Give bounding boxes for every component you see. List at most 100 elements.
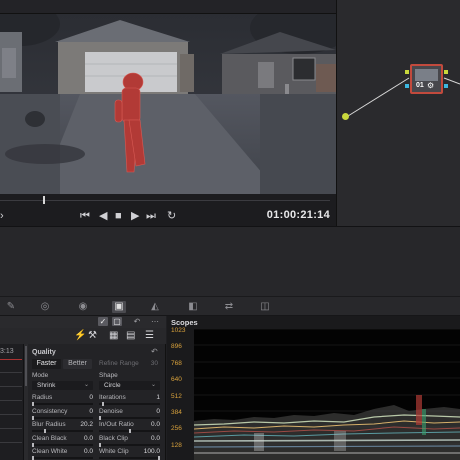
slider-handle[interactable] bbox=[32, 415, 34, 420]
param-left-value[interactable]: 0.0 bbox=[71, 435, 93, 442]
viewer-top-bar bbox=[0, 0, 336, 14]
slider-handle[interactable] bbox=[129, 429, 131, 433]
source-input-port[interactable] bbox=[342, 113, 349, 120]
tracker-icon[interactable]: ◉ bbox=[76, 301, 90, 313]
param-left-slider[interactable] bbox=[32, 402, 93, 406]
scopes-title: Scopes bbox=[171, 318, 198, 327]
eyedropper-icon[interactable]: ✎ bbox=[4, 301, 18, 313]
shape-select-value: Circle bbox=[104, 382, 121, 389]
first-frame-button[interactable]: ⏮ bbox=[80, 209, 90, 223]
matte-view-icon[interactable]: ▤ bbox=[126, 331, 135, 341]
node-graph[interactable]: 01 ⚙ bbox=[337, 0, 460, 226]
reset-icon[interactable]: ↶ bbox=[132, 317, 142, 326]
qualifier-icon[interactable]: ▣ bbox=[112, 301, 126, 313]
slider-handle[interactable] bbox=[44, 429, 46, 433]
corrector-node-01[interactable]: 01 ⚙ bbox=[410, 64, 443, 94]
palette-toolbar: ✎ ◎ ◉ ▣ ◭ ◧ ⇄ ◫ bbox=[0, 296, 460, 316]
node-key-input-port[interactable] bbox=[405, 84, 409, 88]
picker-minus-icon[interactable]: ⚒ bbox=[88, 331, 97, 341]
param-right-slider[interactable] bbox=[99, 442, 160, 447]
param-right-slider[interactable] bbox=[99, 456, 160, 460]
mode-select-value: Shrink bbox=[37, 382, 56, 389]
param-right-value[interactable]: 1 bbox=[138, 394, 160, 401]
slider-handle[interactable] bbox=[32, 456, 34, 460]
sizing-icon[interactable]: ⇄ bbox=[222, 301, 236, 313]
param-right-slider[interactable] bbox=[99, 415, 160, 420]
param-right-label: In/Out Ratio bbox=[99, 421, 134, 428]
side-timecode: 3:13 bbox=[0, 348, 14, 355]
picker-icon[interactable]: ⚡ bbox=[74, 331, 86, 341]
param-left-value[interactable]: 0 bbox=[71, 394, 93, 401]
node-key-output-port[interactable] bbox=[444, 84, 448, 88]
param-left-label: Clean Black bbox=[32, 434, 67, 442]
param-right-slider[interactable] bbox=[99, 402, 160, 406]
left-side-list: 3:13 bbox=[0, 344, 24, 460]
param-left-value[interactable]: 0.0 bbox=[71, 448, 93, 455]
reverse-button[interactable]: ◀ bbox=[99, 209, 107, 223]
param-left-slider[interactable] bbox=[32, 456, 93, 460]
invert-icon[interactable]: ▦ bbox=[109, 331, 118, 341]
param-right-value[interactable]: 0.0 bbox=[138, 435, 160, 442]
param-left-slider[interactable] bbox=[32, 415, 93, 420]
shape-select[interactable]: Circle ⌄ bbox=[99, 381, 160, 390]
node-label: 01 bbox=[416, 82, 424, 89]
param-right-label: White Clip bbox=[99, 448, 129, 455]
video-frame[interactable] bbox=[0, 14, 336, 194]
more-options-icon[interactable]: ⋯ bbox=[150, 317, 160, 326]
waveform-display[interactable] bbox=[194, 329, 460, 460]
chevron-down-icon: ⌄ bbox=[83, 382, 89, 388]
param-right-value[interactable]: 100.0 bbox=[138, 448, 160, 455]
viewer-panel: › ⏮ ◀ ■ ▶ ⏭ ↻ 01:00:21:14 bbox=[0, 0, 336, 226]
param-left-value[interactable]: 0 bbox=[71, 408, 93, 415]
timeline-scrubber[interactable] bbox=[0, 194, 336, 206]
param-left-value[interactable]: 20.2 bbox=[71, 421, 93, 428]
play-button[interactable]: ▶ bbox=[131, 209, 139, 223]
slider-handle[interactable] bbox=[99, 415, 101, 420]
param-right-value[interactable]: 0 bbox=[138, 408, 160, 415]
stop-button[interactable]: ■ bbox=[115, 209, 122, 223]
node-output-port[interactable] bbox=[444, 70, 448, 74]
3d-icon[interactable]: ◫ bbox=[258, 301, 272, 313]
side-row bbox=[0, 372, 22, 373]
node-input-port[interactable] bbox=[405, 70, 409, 74]
scope-scale-label: 384 bbox=[171, 409, 182, 416]
slider-handle[interactable] bbox=[99, 442, 101, 447]
quality-better-button[interactable]: Better bbox=[63, 359, 92, 369]
param-right-value[interactable]: 0.0 bbox=[138, 421, 160, 428]
scope-scale-label: 128 bbox=[171, 441, 182, 449]
side-row bbox=[0, 386, 22, 387]
matte-finesse-panel: ✓ ▢ ↶ ⋯ ⚡ ⚒ ▦ ▤ ☰ 3:13 Quality ↶ Faster … bbox=[0, 316, 166, 460]
scrollbar-thumb[interactable] bbox=[25, 346, 27, 386]
param-left-label: Blur Radius bbox=[32, 421, 66, 428]
key-icon[interactable]: ◧ bbox=[186, 301, 200, 313]
node-status-icon: ⚙ bbox=[427, 81, 435, 90]
playhead[interactable] bbox=[43, 196, 45, 204]
param-left-label: Consistency bbox=[32, 407, 68, 415]
last-frame-button[interactable]: ⏭ bbox=[146, 209, 156, 223]
blur-icon[interactable]: ◭ bbox=[148, 301, 162, 313]
param-left-slider[interactable] bbox=[32, 442, 93, 447]
viewer-timecode: 01:00:21:14 bbox=[266, 209, 330, 221]
mode-label: Mode bbox=[32, 372, 49, 379]
loop-button[interactable]: ↻ bbox=[167, 209, 176, 223]
tab-enable[interactable]: ✓ bbox=[98, 317, 108, 326]
tab-view[interactable]: ▢ bbox=[112, 317, 122, 326]
param-left-slider[interactable] bbox=[32, 429, 93, 433]
reset-quality-icon[interactable]: ↶ bbox=[151, 347, 158, 356]
slider-handle[interactable] bbox=[32, 402, 34, 406]
scrubber-track bbox=[0, 200, 330, 201]
side-row bbox=[0, 414, 22, 415]
mode-select[interactable]: Shrink ⌄ bbox=[32, 381, 93, 390]
slider-handle[interactable] bbox=[102, 402, 104, 406]
slider-handle[interactable] bbox=[158, 456, 160, 460]
qualifier-icon-row: ⚡ ⚒ ▦ ▤ ☰ bbox=[0, 328, 166, 344]
refine-range-value[interactable]: 30 bbox=[136, 360, 158, 367]
param-right-slider[interactable] bbox=[99, 429, 160, 433]
vertical-scrollbar[interactable] bbox=[24, 344, 28, 460]
quality-faster-button[interactable]: Faster bbox=[32, 359, 61, 369]
slider-handle[interactable] bbox=[32, 442, 34, 447]
settings-list-icon[interactable]: ☰ bbox=[145, 331, 154, 341]
scope-scale-label: 1023 bbox=[171, 327, 186, 334]
window-icon[interactable]: ◎ bbox=[38, 301, 52, 313]
param-left-label: Clean White bbox=[32, 448, 68, 455]
